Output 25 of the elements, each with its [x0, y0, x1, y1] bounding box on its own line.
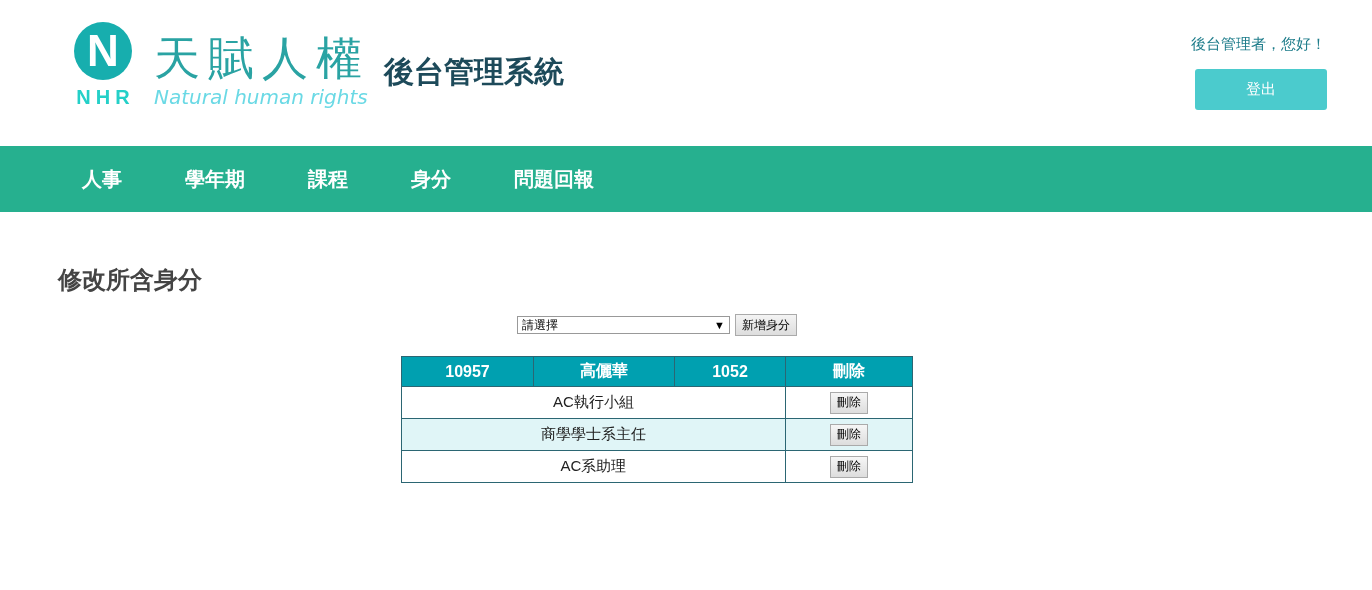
delete-button[interactable]: 刪除 [830, 455, 868, 478]
add-role-button[interactable]: 新增身分 [735, 314, 797, 336]
delete-button[interactable]: 刪除 [830, 423, 868, 446]
greeting-text: 後台管理者，您好！ [1191, 35, 1326, 54]
nav-item[interactable]: 人事 [82, 165, 122, 193]
nav-item[interactable]: 課程 [308, 165, 348, 193]
nav-item[interactable]: 學年期 [185, 165, 245, 193]
table-cell: AC執行小組 [401, 386, 786, 419]
column-header: 高儷華 [533, 356, 675, 387]
table-cell: 商學學士系主任 [401, 418, 786, 451]
role-select[interactable]: 請選擇 ▼ [517, 316, 730, 334]
logo-mark: N [74, 22, 132, 80]
nav-item[interactable]: 身分 [411, 165, 451, 193]
site-title: 後台管理系統 [384, 54, 564, 90]
logo-name: 天賦人權 [154, 30, 370, 86]
column-header: 1052 [674, 356, 786, 387]
column-header: 刪除 [785, 356, 913, 387]
column-header: 10957 [401, 356, 534, 387]
page-title: 修改所含身分 [58, 265, 203, 295]
logo-tagline: Natural human rights [154, 86, 369, 108]
logout-button[interactable]: 登出 [1195, 69, 1327, 110]
delete-button[interactable]: 刪除 [830, 391, 868, 414]
nav-item[interactable]: 問題回報 [514, 165, 594, 193]
logo-initials: NHR [75, 86, 135, 109]
table-cell: AC系助理 [401, 450, 786, 483]
